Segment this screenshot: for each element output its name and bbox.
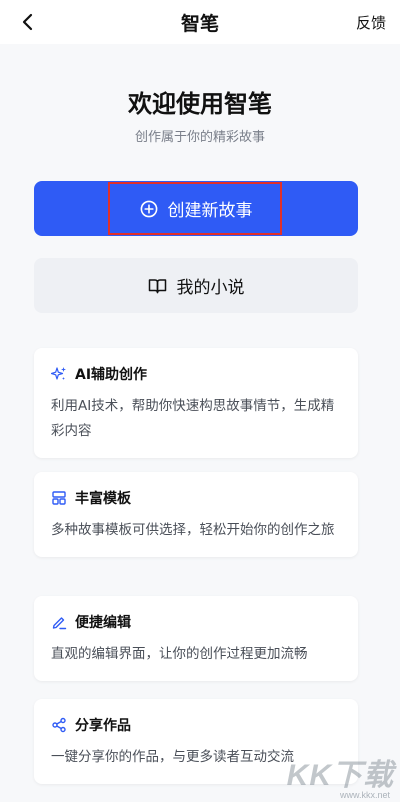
back-button[interactable] <box>14 8 42 36</box>
watermark-logo: KK下载 <box>286 759 394 792</box>
watermark-url: www.kkx.net <box>339 790 390 800</box>
create-story-button[interactable]: 创建新故事 <box>34 181 358 236</box>
feature-description: 利用AI技术，帮助你快速构思故事情节，生成精彩内容 <box>51 398 335 439</box>
feature-title: AI辅助创作 <box>75 367 148 383</box>
share-icon <box>51 717 67 733</box>
welcome-title: 欢迎使用智笔 <box>128 90 272 118</box>
book-open-icon <box>148 278 166 293</box>
nav-bar: 智笔 反馈 <box>0 0 400 44</box>
welcome-subtitle: 创作属于你的精彩故事 <box>134 130 265 145</box>
feature-card-templates: 丰富模板 多种故事模板可供选择，轻松开始你的创作之旅 <box>34 472 358 557</box>
chevron-left-icon <box>22 13 33 31</box>
plus-circle-icon <box>140 200 157 217</box>
create-story-label: 创建新故事 <box>167 201 253 221</box>
template-icon <box>51 490 67 506</box>
feature-title: 丰富模板 <box>75 491 131 507</box>
feature-card-ai: AI辅助创作 利用AI技术，帮助你快速构思故事情节，生成精彩内容 <box>34 348 358 458</box>
page-title: 智笔 <box>180 12 219 35</box>
feedback-link[interactable]: 反馈 <box>356 12 386 33</box>
sparkles-icon <box>51 366 67 382</box>
feature-description: 多种故事模板可供选择，轻松开始你的创作之旅 <box>51 522 335 538</box>
pencil-icon <box>51 614 67 630</box>
feature-card-editing: 便捷编辑 直观的编辑界面，让你的创作过程更加流畅 <box>34 596 358 681</box>
feature-title: 分享作品 <box>75 718 131 734</box>
my-novels-label: 我的小说 <box>176 278 245 298</box>
my-novels-button[interactable]: 我的小说 <box>34 258 358 313</box>
feature-description: 直观的编辑界面，让你的创作过程更加流畅 <box>51 646 308 662</box>
feature-title: 便捷编辑 <box>75 615 131 631</box>
